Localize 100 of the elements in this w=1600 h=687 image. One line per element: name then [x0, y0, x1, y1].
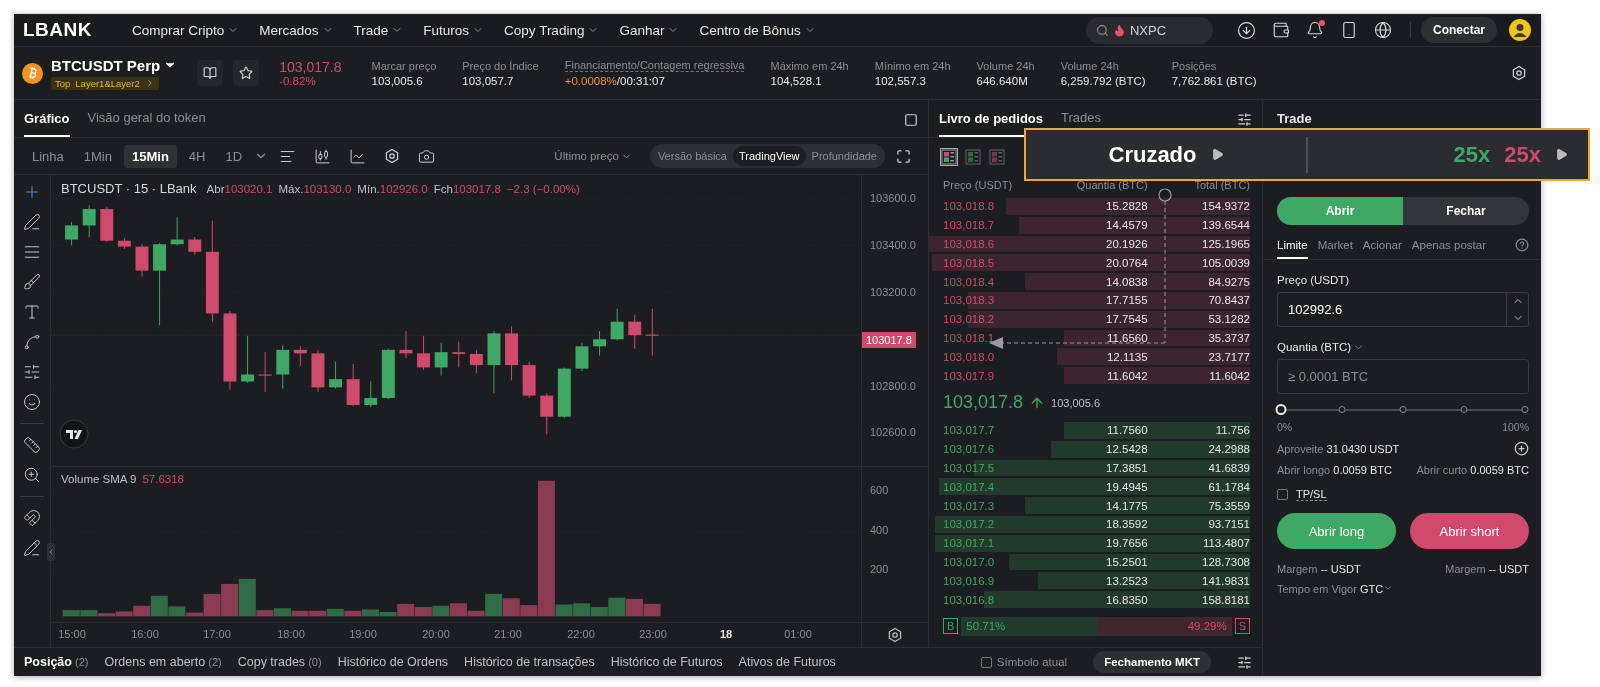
time-in-force-dropdown[interactable]: Tempo em Vigor GTC [1277, 583, 1394, 595]
amount: 14.0838 [1105, 275, 1148, 288]
position-tab[interactable]: Histórico de transações [464, 655, 595, 669]
zoom-in-icon[interactable] [23, 466, 41, 484]
pencil-lock-icon[interactable] [23, 539, 41, 557]
quantity-input[interactable]: ≥ 0.0001 BTC [1278, 360, 1528, 393]
fullscreen-icon[interactable] [896, 148, 911, 164]
camera-icon[interactable] [418, 147, 436, 165]
nav-menu[interactable]: Ganhar [619, 22, 680, 38]
amount: 15.2501 [1105, 555, 1148, 568]
collapse-handle[interactable] [47, 543, 55, 561]
position-tab[interactable]: Histórico de Futuros [610, 655, 723, 669]
time-label: 18:00 [277, 628, 305, 640]
interval-button[interactable]: 15Min [124, 144, 177, 168]
position-tab[interactable]: Histórico de Ordens [337, 655, 449, 669]
nav-menu[interactable]: Mercados [259, 22, 334, 38]
language-button[interactable] [1374, 21, 1392, 39]
help-icon[interactable] [1515, 238, 1529, 252]
line-tool-icon[interactable] [23, 213, 41, 231]
short-button[interactable]: Abrir short [1410, 513, 1529, 549]
sliders-icon[interactable] [1237, 112, 1252, 127]
view-option[interactable]: Versão básica [651, 146, 733, 166]
close-market-button[interactable]: Fechamento MKT [1093, 651, 1211, 673]
sliders-icon[interactable] [23, 363, 41, 381]
slider-thumb[interactable] [1275, 404, 1287, 415]
app-download-button[interactable] [1340, 21, 1358, 39]
slider-stop[interactable] [1521, 406, 1529, 413]
smile-icon[interactable] [23, 393, 41, 411]
interval-button[interactable]: 1D [217, 144, 251, 168]
amount: 11.7560 [1105, 424, 1148, 437]
nav-menu[interactable]: Comprar Cripto [132, 22, 240, 38]
time-label: 22:00 [567, 628, 595, 640]
candlestick-icon[interactable] [314, 147, 332, 165]
side-tab[interactable]: Fechar [1403, 197, 1529, 225]
settings-icon[interactable] [384, 148, 401, 164]
horizontal-lines-icon[interactable] [23, 243, 41, 261]
book-tab[interactable]: Trades [1061, 110, 1101, 125]
interval-button[interactable]: Linha [24, 144, 72, 168]
candle [293, 345, 307, 367]
slider-stop[interactable] [1399, 406, 1407, 413]
stat-value: 6,259.792 (BTC) [1060, 74, 1146, 87]
view-option[interactable]: TradingView [733, 146, 806, 166]
connect-button[interactable]: Conectar [1421, 17, 1497, 43]
favorite-button[interactable] [233, 60, 260, 86]
slider-stop[interactable] [1338, 406, 1346, 413]
sliders-icon[interactable] [1237, 654, 1252, 670]
candle [399, 330, 413, 359]
interval-button[interactable]: 4H [180, 144, 214, 168]
flame-icon [1113, 23, 1126, 37]
book-icon [203, 66, 218, 80]
checkbox[interactable] [980, 656, 992, 668]
window-icon[interactable] [904, 113, 918, 127]
ruler-icon[interactable] [23, 436, 41, 454]
line-chart-icon[interactable] [349, 147, 367, 165]
order-type-tab[interactable]: Market [1317, 235, 1353, 259]
ohlc-value: Mín.102926.0 [357, 183, 428, 195]
amount: 13.2523 [1105, 574, 1148, 587]
settings-icon[interactable] [887, 627, 903, 643]
book-button[interactable] [197, 60, 224, 86]
position-tab[interactable]: Ordens em aberto (2) [104, 655, 222, 669]
view-option[interactable]: Profundidade [805, 146, 883, 166]
search-field[interactable]: NXPC [1086, 16, 1213, 44]
amount: 16.8350 [1105, 593, 1148, 606]
order-type-tab[interactable]: Apenas postar [1411, 235, 1486, 259]
caret-icon [1555, 148, 1568, 161]
nav-menu[interactable]: Trade [353, 22, 404, 38]
checkbox[interactable] [1277, 489, 1288, 500]
wallet-button[interactable] [1272, 21, 1290, 39]
order-type-tab[interactable]: Acionar [1362, 235, 1402, 259]
order-type-tab[interactable]: Limite [1277, 235, 1308, 259]
chart-tab[interactable]: Gráfico [24, 111, 70, 137]
slider-stop[interactable] [1460, 406, 1468, 413]
amount: 17.3851 [1105, 461, 1148, 474]
nav-menu[interactable]: Centro de Bônus [699, 22, 816, 38]
position-tab[interactable]: Posição (2) [24, 655, 89, 669]
notification-button[interactable] [1306, 21, 1324, 39]
download-button[interactable] [1237, 20, 1256, 40]
position-tab[interactable]: Copy trades (0) [237, 655, 322, 669]
quantity-dropdown[interactable]: Quantia (BTC) [1277, 341, 1529, 353]
volume-bar [414, 607, 432, 617]
pattern-icon[interactable] [23, 333, 41, 351]
nav-menu[interactable]: Futuros [423, 22, 485, 38]
brush-icon[interactable] [23, 273, 41, 291]
amount: 12.5428 [1105, 443, 1148, 456]
add-icon[interactable] [1514, 441, 1529, 456]
text-tool-icon[interactable] [23, 303, 41, 321]
interval-button[interactable]: 1Min [75, 144, 120, 168]
magnet-icon[interactable] [23, 509, 41, 527]
book-layout-icon[interactable] [941, 148, 957, 165]
symbol-selector[interactable]: BTCUSDT Perp [51, 56, 178, 74]
time-label: 20:00 [422, 628, 450, 640]
avatar-icon[interactable] [1509, 19, 1531, 41]
chart-tab[interactable]: Visão geral do token [87, 110, 206, 125]
price-change: -0.82% [279, 75, 317, 87]
price-source-dropdown[interactable]: Último preço [548, 149, 638, 163]
nav-menu[interactable]: Copy Trading [504, 22, 600, 38]
axis-label: 200 [870, 563, 889, 575]
position-tab[interactable]: Ativos de Futuros [738, 655, 836, 669]
settings-icon[interactable] [1511, 65, 1527, 81]
buy-ratio: 50.71% [961, 616, 1099, 636]
